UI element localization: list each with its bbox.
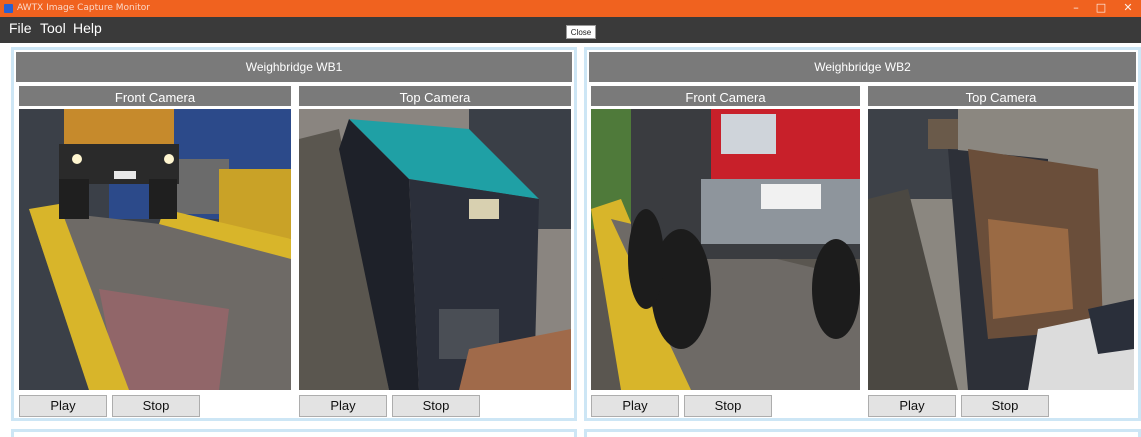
panel-title: Weighbridge WB1 [16,52,572,82]
top-camera-label: Top Camera [299,86,571,106]
weighbridge-panel-wb2: Weighbridge WB2 Front Camera Play Stop T… [584,47,1141,421]
weighbridge-panel-row2-right [584,429,1141,437]
weighbridge-panel-wb1: Weighbridge WB1 Front Camera Play Stop T… [11,47,577,421]
top-camera-view [299,109,571,390]
top-camera-stop-button[interactable]: Stop [392,395,480,417]
top-camera-play-button[interactable]: Play [868,395,956,417]
menu-help[interactable]: Help [73,20,102,36]
minimize-button[interactable]: – [1063,0,1089,17]
top-camera-stop-button[interactable]: Stop [961,395,1049,417]
front-camera-stop-button[interactable]: Stop [684,395,772,417]
close-button[interactable]: Close [566,25,596,39]
top-camera-label: Top Camera [868,86,1134,106]
menu-bar: File Tool Help Close [0,17,1141,43]
front-camera-play-button[interactable]: Play [591,395,679,417]
front-camera-image [591,109,860,390]
top-camera-view [868,109,1134,390]
top-camera-play-button[interactable]: Play [299,395,387,417]
menu-tool[interactable]: Tool [40,20,66,36]
front-camera-play-button[interactable]: Play [19,395,107,417]
menu-file[interactable]: File [9,20,32,36]
window-title: AWTX Image Capture Monitor [17,3,150,13]
maximize-button[interactable]: □ [1088,0,1114,17]
window-close-button[interactable]: ✕ [1115,0,1141,17]
front-camera-label: Front Camera [591,86,860,106]
weighbridge-panel-row2-left [11,429,577,437]
front-camera-view [591,109,860,390]
front-camera-label: Front Camera [19,86,291,106]
title-bar: AWTX Image Capture Monitor – □ ✕ [0,0,1141,17]
top-camera-image [299,109,571,390]
front-camera-image [19,109,291,390]
app-icon [4,4,13,13]
top-camera-image [868,109,1134,390]
front-camera-view [19,109,291,390]
front-camera-stop-button[interactable]: Stop [112,395,200,417]
panel-title: Weighbridge WB2 [589,52,1136,82]
